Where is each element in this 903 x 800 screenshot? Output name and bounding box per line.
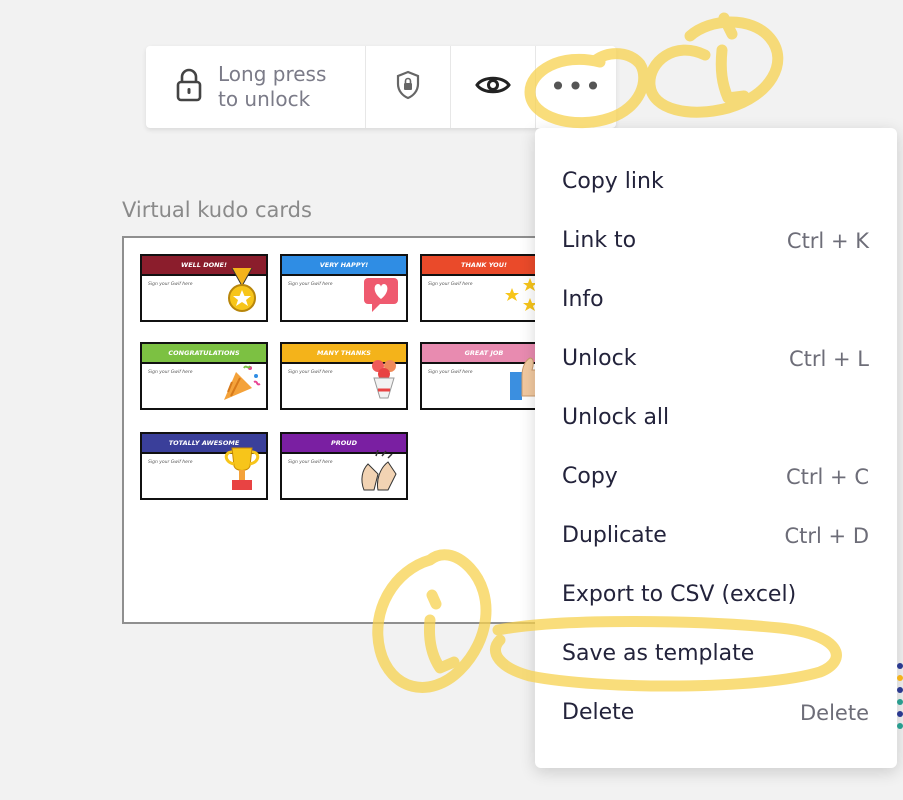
menu-item-link-to[interactable]: Link to Ctrl + K	[535, 211, 897, 270]
menu-item-shortcut: Ctrl + K	[786, 228, 869, 253]
partial-board-object	[897, 663, 903, 729]
menu-item-copy-link[interactable]: Copy link	[535, 152, 897, 211]
menu-item-shortcut: Delete	[800, 700, 869, 725]
party-popper-icon	[222, 362, 262, 406]
menu-item-unlock-all[interactable]: Unlock all	[535, 388, 897, 447]
kudo-card[interactable]: THANK YOU! Sign your Gwif here	[420, 254, 548, 322]
kudo-card-title: THANK YOU!	[422, 256, 546, 276]
lock-icon	[176, 68, 202, 106]
shield-lock-icon	[395, 70, 421, 104]
kudo-card-title: VERY HAPPY!	[282, 256, 406, 276]
menu-item-export-to-csv-excel[interactable]: Export to CSV (excel)	[535, 565, 897, 624]
lock-label: Long press to unlock	[218, 62, 327, 111]
menu-item-label: Export to CSV (excel)	[562, 582, 797, 607]
eye-icon	[475, 73, 511, 101]
menu-item-shortcut: Ctrl + C	[786, 464, 869, 489]
kudo-card[interactable]: VERY HAPPY! Sign your Gwif here	[280, 254, 408, 322]
menu-item-shortcut: Ctrl + L	[788, 346, 869, 371]
clapping-hands-icon	[358, 449, 402, 496]
lock-button[interactable]: Long press to unlock	[146, 46, 366, 128]
more-options-button[interactable]: •••	[536, 46, 616, 128]
object-toolbar: Long press to unlock •••	[146, 46, 616, 128]
highlight-info-stroke-top	[715, 12, 750, 104]
menu-item-label: Delete	[562, 700, 635, 725]
protect-button[interactable]	[366, 46, 451, 128]
kudo-card[interactable]: CONGRATULATIONS Sign your Gwif here	[140, 342, 268, 410]
menu-item-duplicate[interactable]: Duplicate Ctrl + D	[535, 506, 897, 565]
menu-item-label: Unlock	[562, 346, 637, 371]
kudo-card[interactable]: WELL DONE! Sign your Gwif here	[140, 254, 268, 322]
trophy-icon	[222, 446, 262, 496]
more-dots-icon: •••	[549, 70, 603, 103]
medal-icon	[222, 267, 262, 318]
kudo-card[interactable]: MANY THANKS Sign your Gwif here	[280, 342, 408, 410]
bouquet-icon	[366, 356, 402, 406]
menu-item-save-as-template[interactable]: Save as template	[535, 624, 897, 683]
menu-item-info[interactable]: Info	[535, 270, 897, 329]
menu-item-label: Save as template	[562, 641, 755, 666]
heart-chat-icon	[362, 274, 402, 318]
menu-item-copy[interactable]: Copy Ctrl + C	[535, 447, 897, 506]
menu-item-label: Copy link	[562, 169, 664, 194]
menu-item-label: Duplicate	[562, 523, 667, 548]
kudo-card[interactable]: TOTALLY AWESOME Sign your Gwif here	[140, 432, 268, 500]
highlight-circle-info-top	[644, 16, 784, 118]
menu-item-label: Copy	[562, 464, 618, 489]
menu-item-unlock[interactable]: Unlock Ctrl + L	[535, 329, 897, 388]
menu-item-delete[interactable]: Delete Delete	[535, 683, 897, 742]
context-menu: Copy link Link to Ctrl + K Info Unlock Ctrl +…	[535, 128, 897, 768]
kudo-card[interactable]: GREAT JOB Sign your Gwif here	[420, 342, 548, 410]
menu-item-shortcut: Ctrl + D	[784, 523, 869, 548]
menu-item-label: Info	[562, 287, 604, 312]
menu-item-label: Unlock all	[562, 405, 670, 430]
kudo-cards-frame[interactable]: WELL DONE! Sign your Gwif here VERY HAPPY!…	[122, 236, 582, 624]
visibility-button[interactable]	[451, 46, 536, 128]
frame-title[interactable]: Virtual kudo cards	[122, 198, 312, 222]
kudo-card-title: CONGRATULATIONS	[142, 344, 266, 364]
kudo-card[interactable]: PROUD Sign your Gwif here	[280, 432, 408, 500]
menu-item-label: Link to	[562, 228, 637, 253]
